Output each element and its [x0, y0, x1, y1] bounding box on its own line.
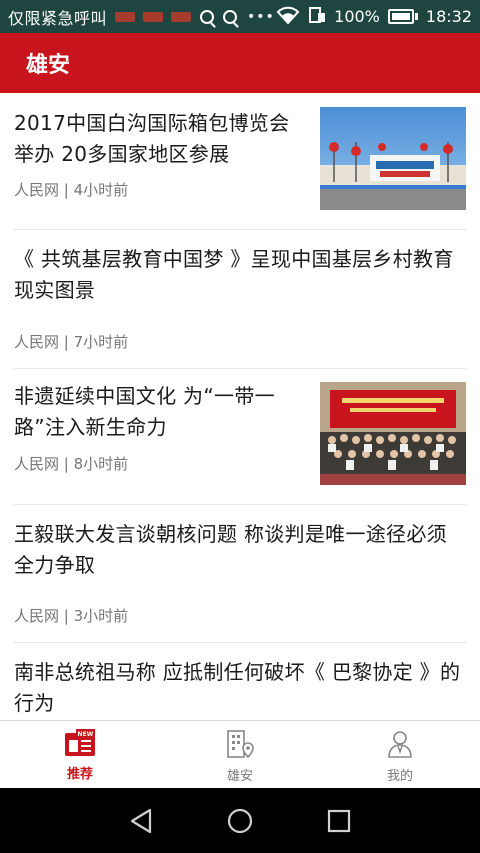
- profile-icon: [384, 729, 416, 759]
- app-header: 雄安: [0, 33, 480, 93]
- search-notification-icon: [200, 9, 215, 24]
- news-thumbnail[interactable]: [320, 382, 466, 485]
- news-title: 王毅联大发言谈朝核问题 称谈判是唯一途径必须全力争取: [14, 522, 447, 577]
- status-right: 100% 18:32: [276, 6, 472, 28]
- news-icon: NEW: [64, 729, 96, 757]
- news-list[interactable]: 2017中国白沟国际箱包博览会举办 20多国家地区参展 人民网 | 4小时前 《…: [0, 93, 480, 720]
- news-item[interactable]: 南非总统祖马称 应抵制任何破坏《 巴黎协定 》的行为: [14, 643, 466, 720]
- more-notifications-icon: •••: [247, 8, 275, 25]
- news-meta: 人民网 | 4小时前: [14, 181, 129, 199]
- system-nav-bar: [0, 788, 480, 853]
- page-title: 雄安: [26, 53, 71, 78]
- news-meta: 人民网 | 3小时前: [14, 607, 129, 625]
- wifi-icon: [276, 6, 300, 28]
- tab-label: 推荐: [66, 767, 93, 782]
- news-title: 2017中国白沟国际箱包博览会举办 20多国家地区参展: [14, 111, 290, 166]
- news-item[interactable]: 王毅联大发言谈朝核问题 称谈判是唯一途径必须全力争取 人民网 | 3小时前: [14, 505, 466, 643]
- home-button[interactable]: [220, 801, 260, 841]
- carrier-text: 仅限紧急呼叫: [8, 8, 108, 28]
- back-button[interactable]: [121, 801, 161, 841]
- notification-icon: [115, 11, 136, 22]
- bottom-tab-bar: NEW 推荐 雄安 我的: [0, 720, 480, 788]
- tab-recommend[interactable]: NEW 推荐: [0, 721, 160, 788]
- recents-button[interactable]: [319, 801, 359, 841]
- status-bar: 仅限紧急呼叫 ••• 100% 18:32: [0, 0, 480, 33]
- back-triangle-icon: [131, 808, 152, 833]
- battery-icon: [387, 9, 418, 24]
- svg-text:NEW: NEW: [78, 731, 94, 738]
- city-location-icon: [224, 729, 256, 759]
- news-item[interactable]: 非遗延续中国文化 为“一带一路”注入新生命力 人民网 | 8小时前: [14, 369, 466, 505]
- clock: 18:32: [425, 7, 472, 26]
- news-thumbnail[interactable]: [320, 107, 466, 210]
- notification-icon: [171, 11, 192, 22]
- news-title: 南非总统祖马称 应抵制任何破坏《 巴黎协定 》的行为: [14, 660, 461, 715]
- sim-icon: [308, 6, 326, 28]
- news-title: 非遗延续中国文化 为“一带一路”注入新生命力: [14, 384, 275, 439]
- news-meta: 人民网 | 7小时前: [14, 333, 129, 351]
- tab-xiongan[interactable]: 雄安: [160, 721, 320, 788]
- tab-profile[interactable]: 我的: [320, 721, 480, 788]
- battery-percent: 100%: [334, 7, 380, 26]
- tab-label: 我的: [386, 769, 413, 784]
- news-item[interactable]: 《 共筑基层教育中国梦 》呈现中国基层乡村教育现实图景 人民网 | 7小时前: [14, 230, 466, 369]
- notification-icon: [143, 11, 164, 22]
- tab-label: 雄安: [226, 769, 253, 784]
- news-title: 《 共筑基层教育中国梦 》呈现中国基层乡村教育现实图景: [14, 247, 454, 302]
- news-item[interactable]: 2017中国白沟国际箱包博览会举办 20多国家地区参展 人民网 | 4小时前: [14, 93, 466, 230]
- home-circle-icon: [227, 808, 253, 833]
- status-left: 仅限紧急呼叫 •••: [8, 5, 276, 29]
- search-notification-icon: [223, 9, 238, 24]
- recents-square-icon: [327, 809, 350, 832]
- news-meta: 人民网 | 8小时前: [14, 455, 129, 473]
